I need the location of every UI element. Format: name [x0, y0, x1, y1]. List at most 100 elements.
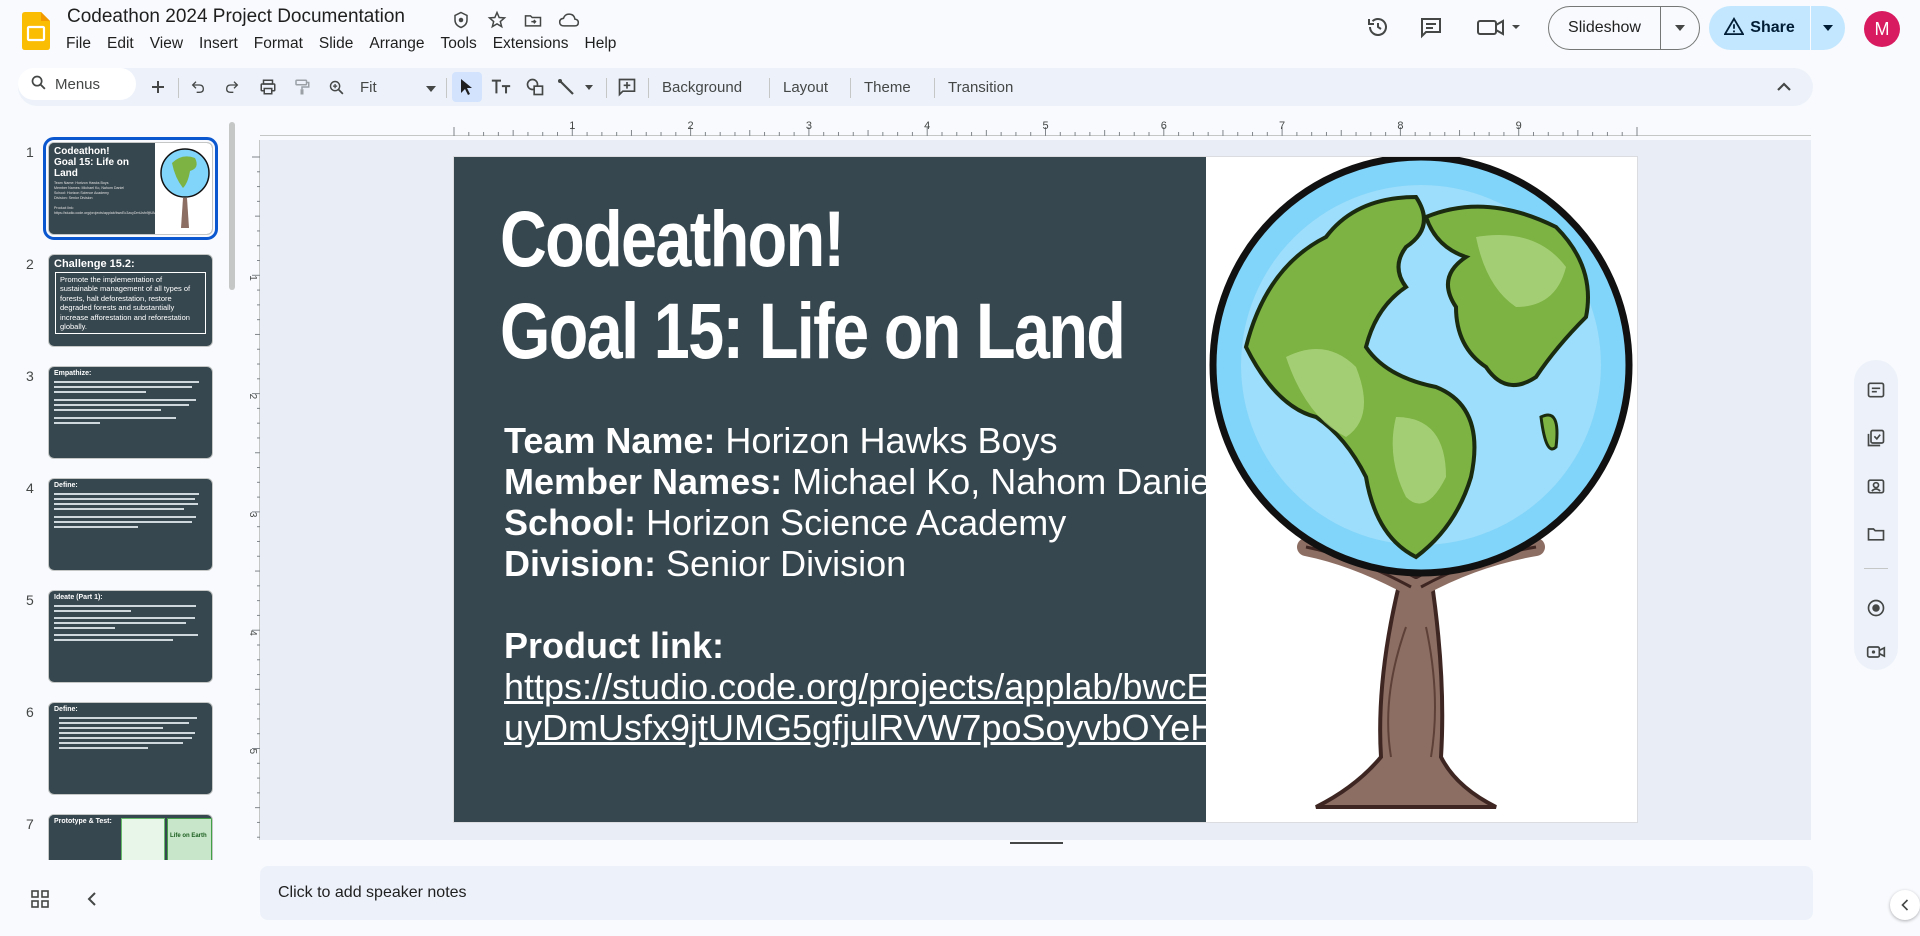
text-box-icon[interactable] — [486, 72, 516, 102]
thumb-body: Promote the implementation of sustainabl… — [55, 272, 206, 335]
slide-number: 1 — [26, 144, 34, 160]
menu-tools[interactable]: Tools — [433, 33, 485, 55]
collapse-filmstrip-icon[interactable] — [79, 886, 105, 912]
star-icon[interactable] — [484, 8, 510, 32]
globe-tree-thumb — [160, 148, 210, 228]
slideshow-button[interactable]: Slideshow — [1548, 6, 1700, 50]
menu-format[interactable]: Format — [246, 33, 311, 55]
speaker-notes[interactable]: Click to add speaker notes — [260, 866, 1813, 920]
horizontal-ruler[interactable]: 1 2 3 4 5 6 7 8 9 — [260, 118, 1811, 136]
image-insert-icon[interactable] — [520, 72, 550, 102]
slides-logo-icon[interactable] — [22, 12, 50, 50]
slide-thumbnail-3[interactable]: Empathize: — [48, 366, 213, 459]
warning-icon — [1723, 16, 1745, 40]
ruler-label: 9 — [1516, 120, 1522, 132]
member-names-value: Michael Ko, Nahom Daniel — [782, 461, 1219, 502]
slideshow-label[interactable]: Slideshow — [1549, 7, 1661, 49]
thumb-body: Team Name: Horizon Hawks Boys Member Nam… — [54, 181, 204, 216]
layout-button[interactable]: Layout — [775, 72, 836, 102]
search-icon — [30, 74, 47, 95]
notes-resize-handle[interactable] — [1010, 842, 1063, 844]
document-title[interactable]: Codeathon 2024 Project Documentation — [67, 6, 405, 28]
slide-thumbnail-6[interactable]: Define: — [48, 702, 213, 795]
slide-number: 5 — [26, 592, 34, 608]
search-placeholder: Menus — [55, 75, 101, 93]
menu-insert[interactable]: Insert — [191, 33, 246, 55]
thumb-title: Empathize: — [54, 370, 92, 377]
tasks-icon[interactable] — [1864, 426, 1888, 450]
school-label: School: — [504, 502, 636, 543]
side-panel — [1854, 360, 1898, 670]
slide-thumbnail-4[interactable]: Define: — [48, 478, 213, 571]
menu-extensions[interactable]: Extensions — [485, 33, 577, 55]
grid-view-icon[interactable] — [27, 886, 53, 912]
version-history-icon[interactable] — [1363, 12, 1393, 42]
chevron-down-icon — [426, 79, 436, 96]
cloud-saved-icon[interactable] — [556, 8, 582, 32]
line-tool-icon[interactable] — [554, 72, 600, 102]
slide[interactable]: Codeathon! Goal 15: Life on Land Team Na… — [454, 157, 1637, 822]
comments-icon[interactable] — [1416, 12, 1446, 42]
hide-side-panel-icon[interactable] — [1890, 890, 1920, 920]
product-link-label: Product link: — [504, 625, 725, 666]
menu-edit[interactable]: Edit — [99, 33, 142, 55]
background-button[interactable]: Background — [654, 72, 750, 102]
slide-number: 3 — [26, 368, 34, 384]
globe-tree-image[interactable] — [1206, 157, 1637, 822]
team-name-value: Horizon Hawks Boys — [715, 420, 1058, 461]
menu-slide[interactable]: Slide — [311, 33, 361, 55]
collapse-toolbar-icon[interactable] — [1770, 72, 1798, 102]
slide-thumbnail-5[interactable]: Ideate (Part 1): — [48, 590, 213, 683]
avatar[interactable]: M — [1864, 11, 1900, 47]
division-label: Division: — [504, 543, 657, 584]
slide-thumbnail-1[interactable]: Codeathon! Goal 15: Life on Land Team Na… — [43, 137, 218, 240]
vertical-ruler[interactable]: 1 2 3 4 5 — [246, 140, 260, 840]
share-button[interactable]: Share — [1709, 6, 1845, 50]
menu-file[interactable]: File — [58, 33, 99, 55]
zoom-select[interactable]: Fit — [360, 72, 436, 102]
slide-body-text[interactable]: Team Name: Horizon Hawks Boys Member Nam… — [504, 420, 1266, 748]
share-dropdown-icon[interactable] — [1811, 6, 1845, 50]
label-icon[interactable] — [448, 8, 474, 32]
ruler-label: 3 — [247, 512, 258, 518]
ruler-label: 4 — [924, 120, 930, 132]
move-icon[interactable] — [520, 8, 546, 32]
add-comment-icon[interactable] — [612, 72, 642, 102]
ruler-label: 6 — [1161, 120, 1167, 132]
video-recording-icon[interactable] — [1864, 640, 1888, 664]
keep-icon[interactable] — [1864, 378, 1888, 402]
ruler-label: 5 — [1042, 120, 1048, 132]
ruler-label: 5 — [247, 749, 258, 755]
record-icon[interactable] — [1864, 596, 1888, 620]
slide-title[interactable]: Codeathon! Goal 15: Life on Land — [500, 193, 1126, 377]
thumb-title: Ideate (Part 1): — [54, 594, 103, 601]
print-icon[interactable] — [254, 72, 282, 102]
select-tool-icon[interactable] — [452, 72, 482, 102]
slide-thumbnail-7[interactable]: Prototype & Test: Life on Earth — [48, 814, 213, 860]
school-value: Horizon Science Academy — [636, 502, 1067, 543]
zoom-icon[interactable] — [322, 72, 350, 102]
ruler-label: 2 — [688, 120, 694, 132]
redo-icon[interactable] — [218, 72, 246, 102]
filmstrip-scrollbar[interactable] — [229, 122, 235, 290]
new-slide-icon[interactable] — [144, 72, 172, 102]
transition-button[interactable]: Transition — [940, 72, 1021, 102]
filmstrip: 1 Codeathon! Goal 15: Life on Land Team … — [0, 122, 240, 860]
menu-help[interactable]: Help — [577, 33, 625, 55]
undo-icon[interactable] — [184, 72, 212, 102]
ruler-label: 4 — [247, 630, 258, 636]
folder-icon[interactable] — [1864, 522, 1888, 546]
menu-view[interactable]: View — [142, 33, 191, 55]
paint-format-icon[interactable] — [288, 72, 316, 102]
theme-button[interactable]: Theme — [856, 72, 919, 102]
thumb-title: Challenge 15.2: — [54, 258, 135, 270]
menu-arrange[interactable]: Arrange — [361, 33, 432, 55]
search-menus[interactable]: Menus — [18, 68, 136, 100]
slide-thumbnail-2[interactable]: Challenge 15.2: Promote the implementati… — [48, 254, 213, 347]
meet-icon[interactable] — [1474, 12, 1524, 42]
thumb-title: Prototype & Test: — [54, 818, 112, 825]
division-value: Senior Division — [656, 543, 907, 584]
product-link[interactable]: https://studio.code.org/projects/applab/… — [504, 666, 1266, 748]
contacts-icon[interactable] — [1864, 474, 1888, 498]
slideshow-dropdown-icon[interactable] — [1661, 7, 1699, 49]
